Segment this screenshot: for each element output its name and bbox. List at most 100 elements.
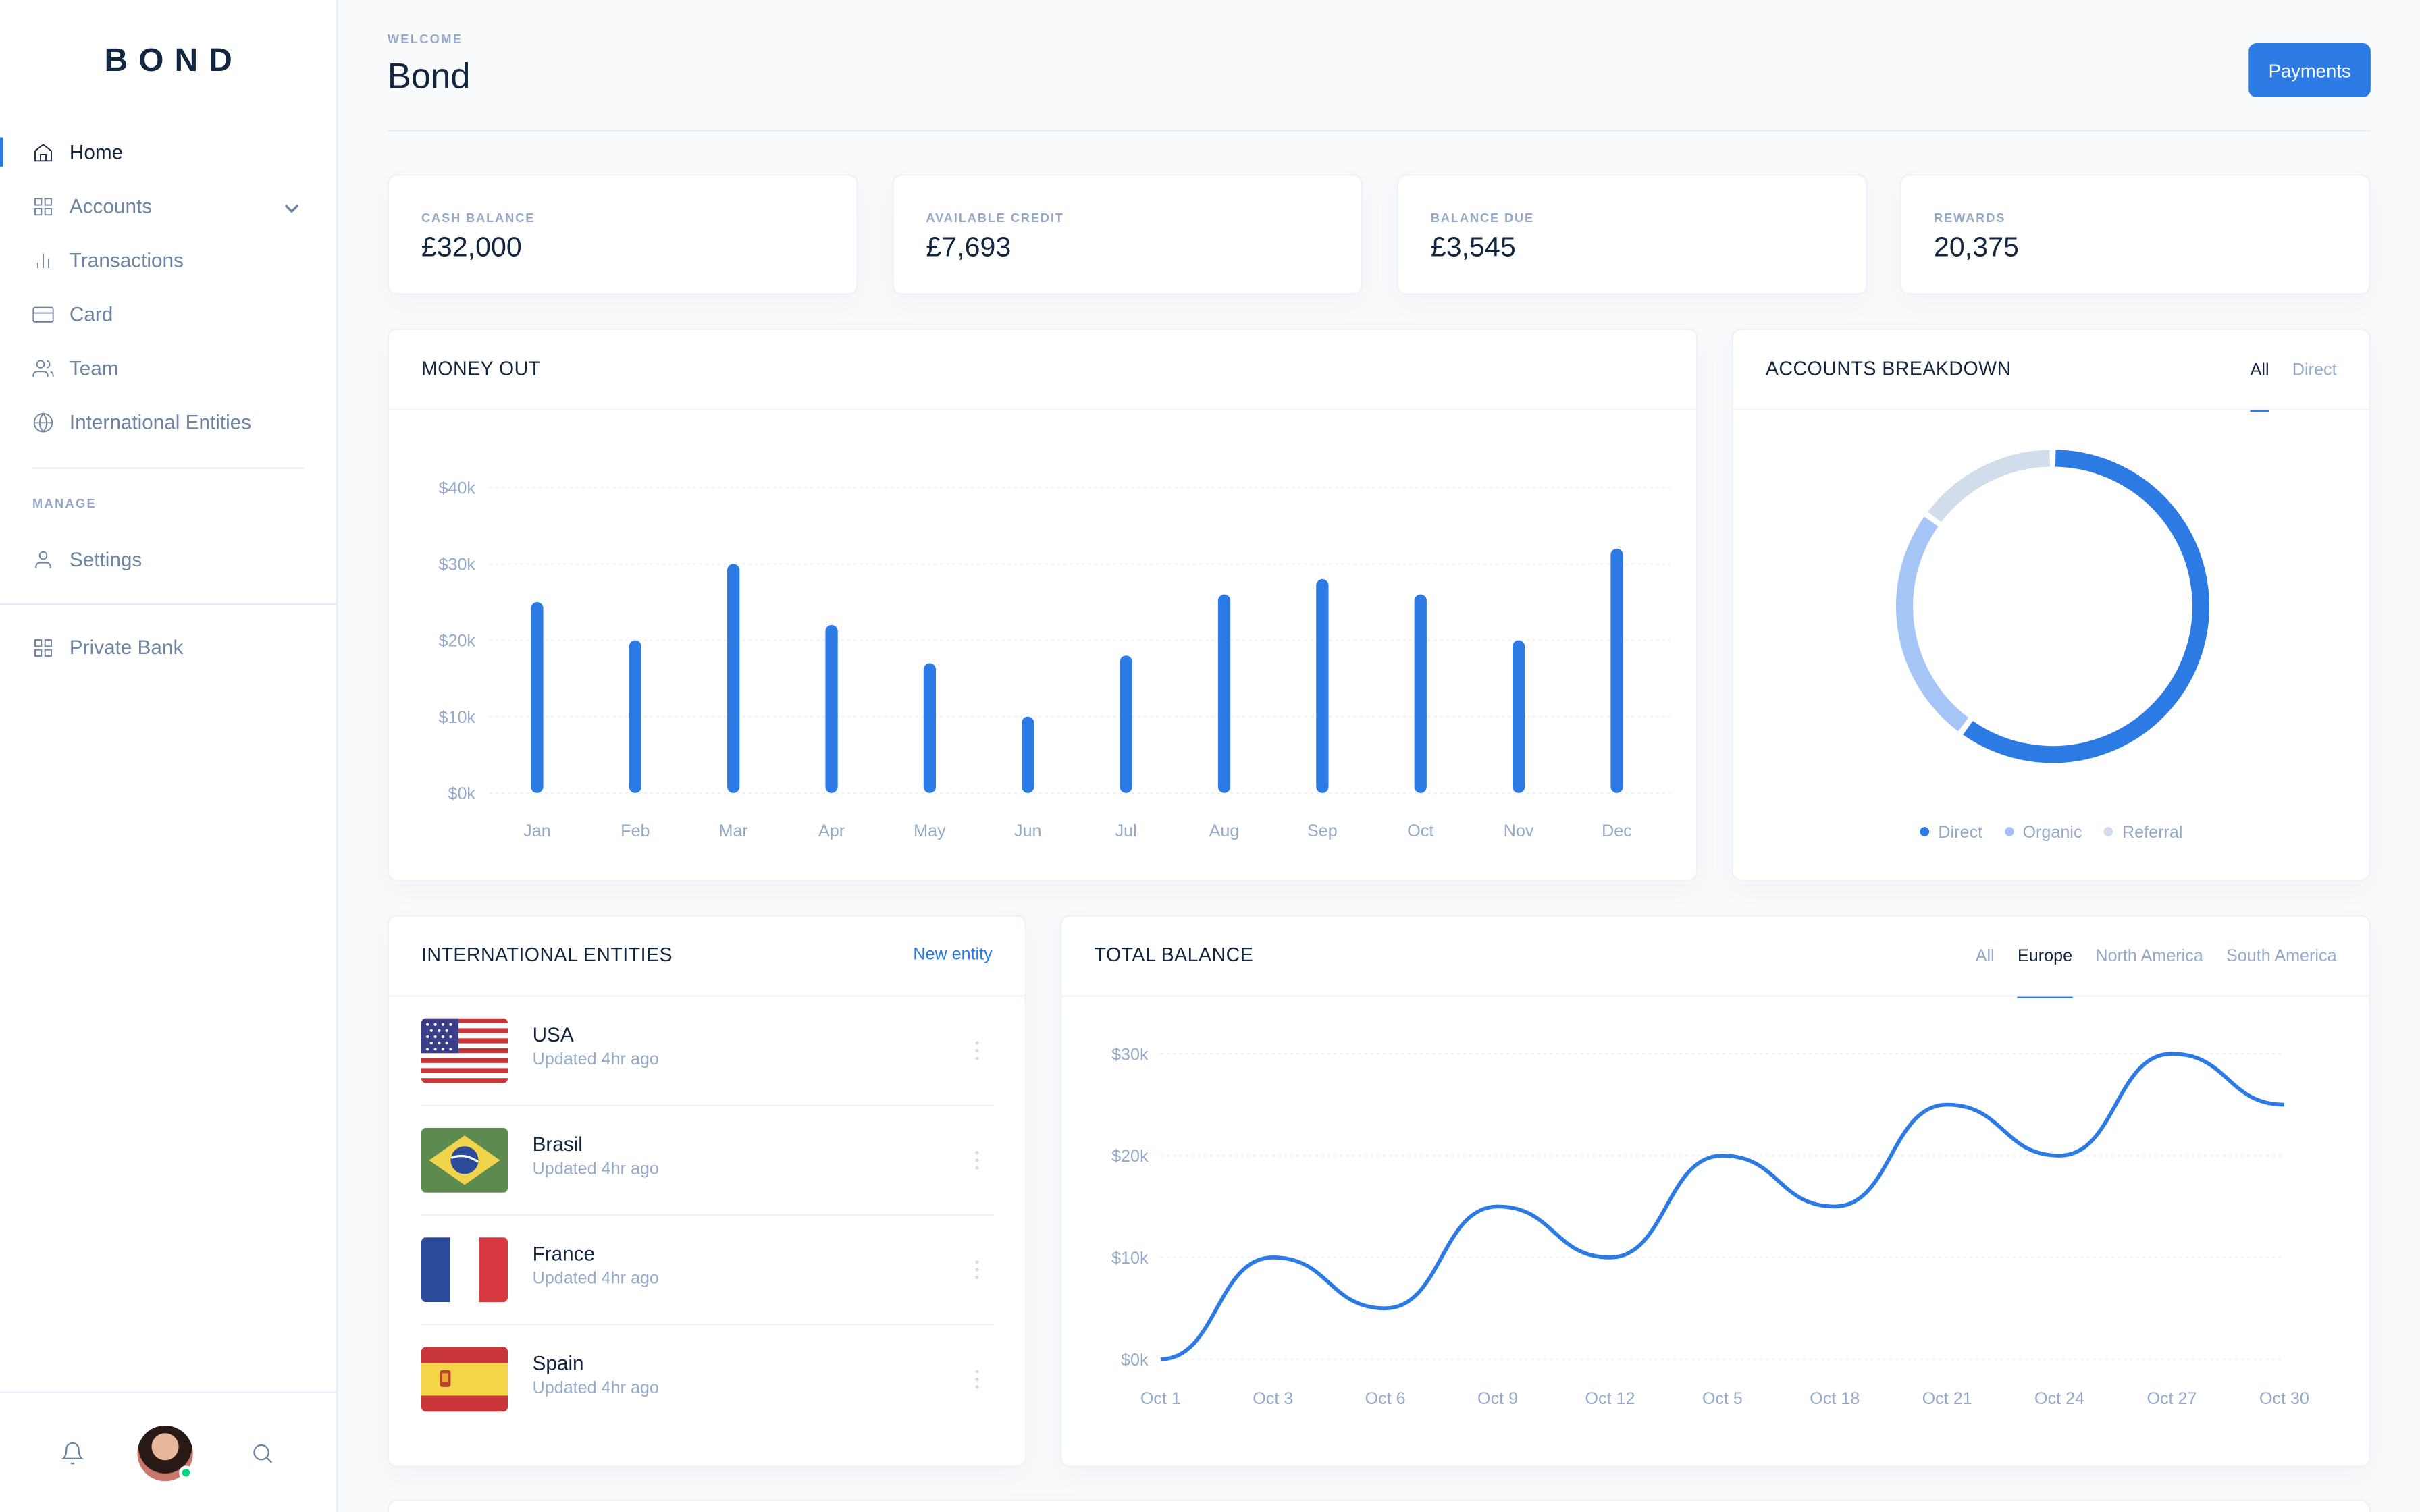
x-tick-label: Mar [719, 821, 748, 840]
list-item[interactable]: Spain Updated 4hr ago [421, 1325, 994, 1434]
more-vertical-icon[interactable] [972, 1040, 982, 1062]
tab-direct[interactable]: Direct [2292, 330, 2337, 410]
x-tick-label: Oct 30 [2259, 1389, 2309, 1408]
credit-card-icon [32, 303, 54, 325]
more-vertical-icon[interactable] [972, 1368, 982, 1390]
manage-section-label: MANAGE [32, 497, 97, 511]
y-tick-label: $40k [439, 479, 476, 497]
x-tick-label: Jan [523, 821, 551, 840]
money-out-card: MONEY OUT $0k $10k $20k $30k $40k Jan Feb Mar Ap… [387, 328, 1698, 882]
page-header: WELCOME Bond Payments [387, 0, 2371, 132]
entity-name: Spain [532, 1351, 584, 1375]
x-tick-label: Oct 27 [2147, 1389, 2197, 1408]
entity-name: Brasil [532, 1132, 583, 1156]
international-entities-card: INTERNATIONAL ENTITIES New entity USA Up… [387, 915, 1027, 1467]
sidebar-footer [0, 1391, 337, 1512]
sidebar-item-private-bank[interactable]: Private Bank [0, 620, 336, 674]
sidebar-item-card[interactable]: Card [0, 287, 336, 341]
region-tabs: All Europe North America South America [1976, 917, 2337, 998]
x-tick-label: Dec [1602, 821, 1632, 840]
tab-all[interactable]: All [1976, 917, 1995, 997]
tab-south-america[interactable]: South America [2226, 917, 2337, 997]
sidebar-item-transactions[interactable]: Transactions [0, 233, 336, 287]
list-item[interactable]: France Updated 4hr ago [421, 1216, 995, 1326]
brand-logo[interactable]: BOND [0, 43, 338, 80]
bottom-card [387, 1499, 2371, 1512]
sidebar-item-settings[interactable]: Settings [0, 533, 336, 587]
home-icon [32, 141, 54, 163]
y-tick-label: $20k [1111, 1147, 1149, 1166]
entity-name: France [532, 1242, 596, 1266]
more-vertical-icon[interactable] [972, 1150, 982, 1171]
x-tick-label: Aug [1209, 821, 1240, 840]
breakdown-tabs: All Direct [2250, 330, 2337, 412]
users-icon [32, 357, 54, 379]
accounts-donut-chart [1896, 450, 2209, 763]
x-tick-label: Nov [1504, 821, 1534, 840]
sidebar-item-home[interactable]: Home [0, 125, 336, 179]
x-tick-label: Oct 9 [1477, 1389, 1518, 1408]
card-title: ACCOUNTS BREAKDOWN [1765, 358, 2011, 380]
sidebar-item-label: Settings [69, 547, 142, 571]
chevron-down-icon[interactable] [284, 198, 300, 213]
y-tick-label: $10k [439, 708, 476, 727]
card-title: MONEY OUT [421, 358, 541, 380]
stat-card-available-credit: AVAILABLE CREDIT £7,693 [892, 174, 1363, 295]
sidebar-item-label: Home [69, 140, 124, 164]
sidebar-item-label: Card [69, 302, 113, 326]
brazil-flag-icon [421, 1127, 508, 1193]
sidebar-item-label: Transactions [69, 248, 184, 272]
main-nav: Home Accounts Transactions Card Team Int… [0, 125, 336, 449]
stat-value: £3,545 [1430, 231, 1516, 263]
card-header: INTERNATIONAL ENTITIES New entity [389, 917, 1025, 997]
tab-europe[interactable]: Europe [2018, 917, 2074, 998]
user-icon [32, 549, 54, 570]
x-tick-label: Oct 21 [1922, 1389, 1972, 1408]
sidebar-item-accounts[interactable]: Accounts [0, 179, 336, 233]
stat-card-rewards: REWARDS 20,375 [1899, 174, 2371, 295]
y-tick-label: $0k [448, 784, 475, 803]
bell-icon[interactable] [60, 1441, 85, 1466]
sidebar-item-international-entities[interactable]: International Entities [0, 395, 336, 449]
bar-chart-icon [32, 249, 54, 271]
card-header: ACCOUNTS BREAKDOWN All Direct [1733, 330, 2369, 412]
avatar[interactable] [137, 1426, 193, 1482]
x-tick-label: Apr [818, 821, 845, 840]
usa-flag-icon [421, 1018, 508, 1083]
donut-slice [1963, 450, 2209, 763]
grid-icon [32, 637, 54, 658]
x-tick-label: Oct [1407, 821, 1433, 840]
sidebar-item-label: Accounts [69, 194, 153, 218]
tab-all[interactable]: All [2250, 330, 2270, 412]
stat-label: REWARDS [1934, 211, 2006, 225]
y-tick-label: $20k [439, 632, 476, 651]
x-tick-label: Jul [1115, 821, 1137, 840]
new-entity-link[interactable]: New entity [913, 946, 992, 964]
x-tick-label: Oct 18 [1810, 1389, 1860, 1408]
sidebar-item-label: Private Bank [69, 635, 184, 659]
more-vertical-icon[interactable] [972, 1259, 982, 1280]
entity-name: USA [532, 1023, 574, 1046]
list-item[interactable]: USA Updated 4hr ago [421, 997, 995, 1106]
y-tick-label: $10k [1111, 1249, 1149, 1268]
balance-line [1160, 1052, 2284, 1361]
entity-updated: Updated 4hr ago [532, 1160, 659, 1179]
sidebar-item-label: Team [69, 356, 119, 380]
tab-north-america[interactable]: North America [2095, 917, 2203, 997]
list-item[interactable]: Brasil Updated 4hr ago [421, 1106, 995, 1216]
entity-updated: Updated 4hr ago [532, 1379, 659, 1398]
chart-legend: Direct Organic Referral [1733, 824, 2369, 842]
page-title: Bond [387, 55, 471, 96]
stat-label: AVAILABLE CREDIT [926, 211, 1064, 225]
sidebar-item-team[interactable]: Team [0, 341, 336, 395]
france-flag-icon [421, 1237, 508, 1303]
stat-value: £7,693 [926, 231, 1011, 263]
x-tick-label: Feb [621, 821, 650, 840]
search-icon[interactable] [250, 1441, 275, 1466]
legend-label: Direct [1938, 824, 1983, 842]
y-tick-label: $30k [1111, 1045, 1149, 1064]
stat-label: CASH BALANCE [421, 211, 535, 225]
payments-button[interactable]: Payments [2248, 43, 2371, 97]
globe-icon [32, 411, 54, 433]
stat-label: BALANCE DUE [1430, 211, 1535, 225]
